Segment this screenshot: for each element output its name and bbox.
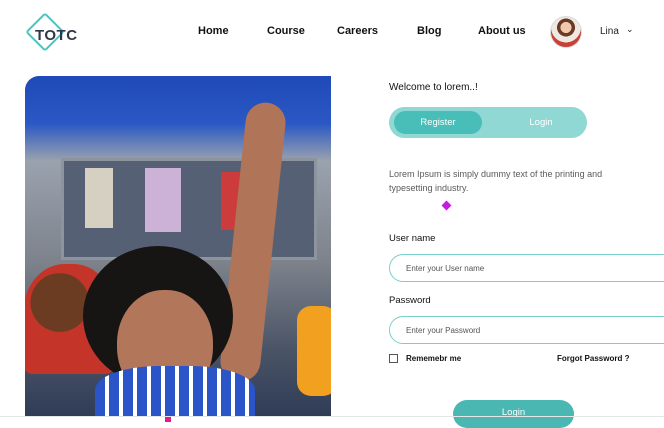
nav-careers[interactable]: Careers — [337, 25, 378, 37]
password-label: Password — [389, 295, 431, 306]
decorative-diamond-icon — [441, 200, 452, 211]
photo-girl-shirt — [95, 366, 255, 416]
login-button[interactable]: Login — [453, 400, 574, 428]
username-label: User name — [389, 233, 436, 244]
nav-blog[interactable]: Blog — [417, 25, 441, 37]
remember-label[interactable]: Rememebr me — [406, 354, 461, 363]
hero-photo — [25, 76, 331, 416]
tab-login[interactable]: Login — [497, 111, 585, 134]
tab-register[interactable]: Register — [394, 111, 482, 134]
remember-me: Rememebr me — [389, 354, 461, 364]
welcome-heading: Welcome to lorem..! — [389, 82, 478, 93]
totc-logo[interactable]: TOTC — [25, 12, 79, 56]
chevron-down-icon[interactable]: ⌄ — [626, 24, 634, 35]
nav-home[interactable]: Home — [198, 25, 229, 37]
photo-poster — [145, 168, 181, 232]
nav-course[interactable]: Course — [267, 25, 305, 37]
username-input[interactable] — [389, 254, 664, 282]
bottom-divider — [0, 416, 664, 417]
auth-toggle: Register Login — [389, 107, 587, 138]
photo-kid — [297, 306, 331, 396]
remember-checkbox[interactable] — [389, 354, 398, 364]
password-input[interactable] — [389, 316, 664, 344]
logo-text: TOTC — [35, 27, 78, 44]
user-name[interactable]: Lina — [600, 26, 619, 37]
photo-poster — [85, 168, 113, 228]
decorative-mark-icon — [165, 417, 171, 422]
nav-about-us[interactable]: About us — [478, 25, 526, 37]
intro-text: Lorem Ipsum is simply dummy text of the … — [389, 169, 603, 193]
forgot-password-link[interactable]: Forgot Password ? — [557, 354, 629, 363]
user-avatar[interactable] — [550, 16, 582, 48]
